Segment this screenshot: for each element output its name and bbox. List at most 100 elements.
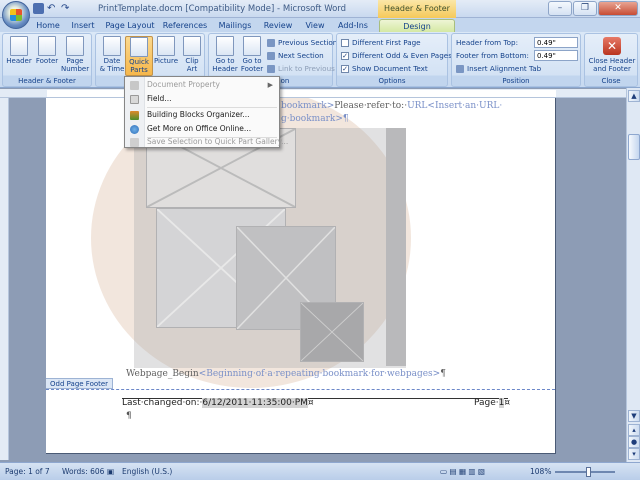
clip-art-icon <box>183 36 201 56</box>
quick-parts-button[interactable]: Quick Parts <box>125 36 153 76</box>
page-number-button[interactable]: Page Number <box>61 36 89 76</box>
image-edge-strip <box>386 128 406 366</box>
different-odd-even-checkbox[interactable]: ✓ Different Odd & Even Pages <box>341 50 452 62</box>
save-icon[interactable] <box>33 3 44 14</box>
footer-separator <box>46 389 555 390</box>
scroll-thumb[interactable] <box>628 134 640 160</box>
tab-design[interactable]: Design <box>379 19 455 32</box>
footer-from-bottom-input[interactable]: 0.49" <box>534 50 578 61</box>
header-bookmark-line[interactable]: g·bookmark>¶ <box>281 114 349 124</box>
header-icon <box>10 36 28 56</box>
clip-art-button[interactable]: Clip Art <box>178 36 206 76</box>
document-area: bookmark>Please·refer·to:·URL<Insert·an·… <box>9 98 626 462</box>
status-words[interactable]: Words: 606 <box>62 467 104 476</box>
quick-access-toolbar: ↶ ↷ <box>33 3 72 14</box>
browse-object-icon[interactable]: ● <box>628 436 640 448</box>
previous-section-button[interactable]: Previous Section <box>267 37 337 49</box>
menu-item-save-selection[interactable]: Save Selection to Quick Part Gallery... <box>125 135 288 149</box>
quick-parts-menu: Document Property ▶ Field... Building Bl… <box>124 76 288 149</box>
office-button[interactable] <box>2 1 30 29</box>
submenu-arrow-icon: ▶ <box>267 81 273 89</box>
vertical-scrollbar[interactable]: ▲ ▼ ▴ ● ▾ <box>626 88 640 462</box>
zoom-slider[interactable] <box>555 471 615 473</box>
webpage-bookmark-line[interactable]: Webpage_Begin<Beginning·of·a·repeating·b… <box>126 369 446 379</box>
menu-item-field[interactable]: Field... <box>125 92 279 106</box>
tab-add-ins[interactable]: Add-Ins <box>334 19 372 32</box>
zoom-slider-thumb[interactable] <box>586 467 591 477</box>
go-to-footer-icon <box>243 36 261 56</box>
next-page-icon[interactable]: ▾ <box>628 448 640 460</box>
title-bar: ↶ ↷ PrintTemplate.docm [Compatibility Mo… <box>0 0 640 31</box>
menu-item-document-property[interactable]: Document Property ▶ <box>125 78 279 92</box>
status-language[interactable]: English (U.S.) <box>122 467 172 476</box>
group-label-close: Close <box>601 77 621 85</box>
header-from-top-input[interactable]: 0.49" <box>534 37 578 48</box>
view-buttons[interactable]: ▭ ▤ ▦ ▥ ▧ <box>440 467 485 476</box>
checkmark-icon: ✓ <box>341 65 349 73</box>
odd-page-footer-tag: Odd Page Footer <box>46 378 114 389</box>
menu-item-get-more-online[interactable]: Get More on Office Online... <box>125 122 279 136</box>
show-document-text-checkbox[interactable]: ✓ Show Document Text <box>341 63 428 75</box>
calendar-icon <box>103 36 121 56</box>
insert-alignment-tab-button[interactable]: Insert Alignment Tab <box>456 63 541 75</box>
status-zoom[interactable]: 108% <box>530 467 551 476</box>
minimize-button[interactable]: – <box>548 1 572 16</box>
go-to-footer-button[interactable]: Go to Footer <box>238 36 266 76</box>
close-header-footer-button[interactable]: ✕ Close Header and Footer <box>586 35 638 75</box>
footer-icon <box>38 36 56 56</box>
footer-button[interactable]: Footer <box>33 36 61 76</box>
scroll-down-arrow-icon[interactable]: ▼ <box>628 410 640 422</box>
ribbon-tabs: Home Insert Page Layout References Maili… <box>0 18 640 32</box>
go-to-header-button[interactable]: Go to Header <box>211 36 239 76</box>
footer-last-changed[interactable]: Last·changed·on:·6/12/2011·11:35:00·PM¤ <box>122 398 508 408</box>
header-text-line[interactable]: bookmark>Please·refer·to:·URL<Insert·an·… <box>281 101 502 111</box>
tab-view[interactable]: View <box>300 19 330 32</box>
header-button[interactable]: Header <box>5 36 33 76</box>
scroll-up-arrow-icon[interactable]: ▲ <box>628 90 640 102</box>
link-to-previous-button[interactable]: Link to Previous <box>267 63 335 75</box>
building-blocks-icon <box>130 111 139 120</box>
go-to-header-icon <box>216 36 234 56</box>
previous-page-icon[interactable]: ▴ <box>628 424 640 436</box>
contextual-tab-title: Header & Footer Tools <box>378 0 456 31</box>
footer-from-bottom-row: Footer from Bottom: 0.49" <box>456 50 578 62</box>
tab-page-layout[interactable]: Page Layout <box>104 19 156 32</box>
page-number-icon <box>66 36 84 56</box>
tab-home[interactable]: Home <box>33 19 63 32</box>
group-header-footer: Header Footer Page Number Header & Foote… <box>2 33 92 87</box>
tab-references[interactable]: References <box>160 19 210 32</box>
group-label-options: Options <box>378 77 406 85</box>
tab-mailings[interactable]: Mailings <box>214 19 256 32</box>
placeholder-cross-icon <box>301 303 363 361</box>
image-placeholder[interactable] <box>300 302 364 362</box>
group-label-position: Position <box>502 77 530 85</box>
different-first-page-checkbox[interactable]: Different First Page <box>341 37 421 49</box>
picture-icon <box>157 36 175 56</box>
window-title: PrintTemplate.docm [Compatibility Mode] … <box>98 4 347 14</box>
header-from-top-row: Header from Top: 0.49" <box>456 37 578 49</box>
document-page[interactable]: bookmark>Please·refer·to:·URL<Insert·an·… <box>46 98 556 454</box>
horizontal-ruler[interactable] <box>0 89 640 98</box>
redo-icon[interactable]: ↷ <box>61 3 72 14</box>
next-section-button[interactable]: Next Section <box>267 50 324 62</box>
footer-page-number[interactable]: Page·1¤ <box>474 398 510 408</box>
menu-item-building-blocks-organizer[interactable]: Building Blocks Organizer... <box>125 108 279 122</box>
close-window-button[interactable]: ✕ <box>598 1 638 16</box>
close-x-icon: ✕ <box>603 37 621 55</box>
vertical-ruler[interactable] <box>0 98 9 460</box>
status-page[interactable]: Page: 1 of 7 <box>5 467 50 476</box>
last-changed-field[interactable]: 6/12/2011·11:35:00·PM <box>202 398 308 408</box>
globe-icon <box>130 125 139 134</box>
date-time-button[interactable]: Date & Time <box>98 36 126 76</box>
tab-review[interactable]: Review <box>260 19 296 32</box>
maximize-button[interactable]: ❐ <box>573 1 597 16</box>
group-label-header-footer: Header & Footer <box>18 77 76 85</box>
ribbon: Header Footer Page Number Header & Foote… <box>0 32 640 88</box>
picture-button[interactable]: Picture <box>152 36 180 76</box>
office-logo-icon <box>10 9 22 21</box>
proofing-icon[interactable]: ▣ <box>107 467 114 476</box>
undo-icon[interactable]: ↶ <box>47 3 58 14</box>
save-selection-icon <box>130 138 139 147</box>
tab-insert[interactable]: Insert <box>67 19 99 32</box>
document-property-icon <box>130 81 139 90</box>
